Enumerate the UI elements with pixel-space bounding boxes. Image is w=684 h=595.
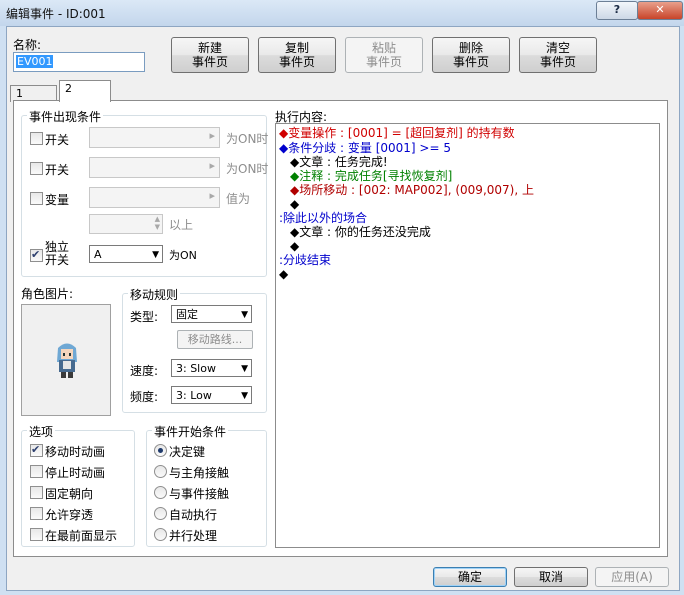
autorun-label: 自动执行 xyxy=(169,508,218,522)
direction-fix-label: 固定朝向 xyxy=(45,487,94,501)
stepping-anim-label: 停止时动画 xyxy=(45,466,106,480)
frequency-label: 频度: xyxy=(130,390,159,404)
clear-page-button[interactable]: 清空 事件页 xyxy=(519,37,597,73)
command-line[interactable]: :分歧结束 xyxy=(279,253,331,268)
spinner-arrows-icon: ▲ ▼ xyxy=(154,215,160,231)
help-button[interactable]: ? xyxy=(596,1,638,20)
conditions-title: 事件出现条件 xyxy=(27,108,104,125)
action-button-label: 决定键 xyxy=(169,445,206,459)
move-type-select[interactable]: 固定 ▼ xyxy=(171,305,252,323)
paste-page-label: 粘贴 xyxy=(371,41,396,55)
paste-page-button[interactable]: 粘贴 事件页 xyxy=(345,37,423,73)
switch2-suffix: 为ON时 xyxy=(226,162,269,176)
cancel-button[interactable]: 取消 xyxy=(514,567,588,587)
command-line[interactable]: ◆注释 : 完成任务[寻找恢复剂] xyxy=(290,169,452,184)
self-switch-value: A xyxy=(94,248,102,261)
new-page-label: 新建 xyxy=(197,41,222,55)
through-checkbox[interactable] xyxy=(30,507,43,520)
switch1-select[interactable] xyxy=(89,127,220,148)
movement-title: 移动规则 xyxy=(128,286,181,303)
graphic-preview[interactable] xyxy=(21,304,111,416)
contents-list[interactable]: ◆变量操作 : [0001] = [超回复剂] 的持有数 ◆条件分歧 : 变量 … xyxy=(275,123,660,548)
paste-page-label2: 事件页 xyxy=(365,55,402,69)
command-line[interactable]: ◆ xyxy=(290,197,299,212)
new-page-button[interactable]: 新建 事件页 xyxy=(171,37,249,73)
move-route-button[interactable]: 移动路线... xyxy=(177,330,253,349)
walking-anim-label: 移动时动画 xyxy=(45,445,106,459)
variable-value-input[interactable]: ▲ ▼ xyxy=(89,214,163,234)
event-touch-label: 与事件接触 xyxy=(169,487,230,501)
clear-page-label2: 事件页 xyxy=(539,55,576,69)
variable-checkbox[interactable] xyxy=(30,192,43,205)
player-touch-radio[interactable] xyxy=(154,465,167,478)
self-switch-label-2: 开关 xyxy=(45,253,70,267)
always-on-top-label: 在最前面显示 xyxy=(45,529,118,543)
command-line[interactable]: ◆变量操作 : [0001] = [超回复剂] 的持有数 xyxy=(279,126,515,141)
delete-page-label: 删除 xyxy=(458,41,483,55)
copy-page-button[interactable]: 复制 事件页 xyxy=(258,37,336,73)
self-switch-checkbox[interactable] xyxy=(30,248,43,262)
variable-label: 变量 xyxy=(45,193,70,207)
graphic-title: 角色图片: xyxy=(21,287,74,301)
parallel-radio[interactable] xyxy=(154,528,167,541)
move-type-value: 固定 xyxy=(176,308,198,321)
chevron-down-icon: ▼ xyxy=(241,364,248,374)
command-line[interactable]: ◆ xyxy=(290,239,299,254)
apply-button[interactable]: 应用(A) xyxy=(595,567,669,587)
switch2-label: 开关 xyxy=(45,163,70,177)
chevron-down-icon: ▼ xyxy=(241,391,248,401)
switch2-select[interactable] xyxy=(89,157,220,178)
options-title: 选项 xyxy=(27,423,56,440)
clear-page-label: 清空 xyxy=(545,41,570,55)
name-value: EV001 xyxy=(16,55,54,68)
new-page-label2: 事件页 xyxy=(191,55,228,69)
window-title: 编辑事件 - ID:001 xyxy=(6,7,106,21)
through-label: 允许穿透 xyxy=(45,508,94,522)
delete-page-label2: 事件页 xyxy=(452,55,489,69)
speed-label: 速度: xyxy=(130,364,159,378)
speed-value: 3: Slow xyxy=(176,362,216,375)
command-line[interactable]: ◆ xyxy=(279,267,288,282)
action-button-radio[interactable] xyxy=(154,444,167,457)
variable-select[interactable] xyxy=(89,187,220,208)
variable-suffix: 值为 xyxy=(226,192,251,206)
chevron-down-icon: ▼ xyxy=(152,250,159,260)
self-switch-suffix: 为ON xyxy=(169,249,197,262)
character-sprite-icon xyxy=(57,343,77,378)
switch1-checkbox[interactable] xyxy=(30,132,43,145)
speed-select[interactable]: 3: Slow ▼ xyxy=(171,359,252,377)
variable-above-label: 以上 xyxy=(169,218,194,232)
name-input[interactable]: EV001 xyxy=(13,52,145,72)
switch1-label: 开关 xyxy=(45,133,70,147)
switch2-checkbox[interactable] xyxy=(30,162,43,175)
copy-page-label: 复制 xyxy=(284,41,309,55)
event-touch-radio[interactable] xyxy=(154,486,167,499)
move-type-label: 类型: xyxy=(130,310,159,324)
command-line[interactable]: ◆文章 : 你的任务还没完成 xyxy=(290,225,431,240)
name-label: 名称: xyxy=(13,38,42,52)
self-switch-select[interactable]: A ▼ xyxy=(89,245,163,263)
self-switch-label: 独立 开关 xyxy=(45,241,69,267)
command-line[interactable]: :除此以外的场合 xyxy=(279,211,367,226)
command-line[interactable]: ◆场所移动 : [002: MAP002], (009,007), 上 xyxy=(290,183,534,198)
player-touch-label: 与主角接触 xyxy=(169,466,230,480)
direction-fix-checkbox[interactable] xyxy=(30,486,43,499)
switch1-suffix: 为ON时 xyxy=(226,132,269,146)
command-line[interactable]: ◆文章 : 任务完成! xyxy=(290,155,388,170)
trigger-title: 事件开始条件 xyxy=(152,423,229,440)
ok-button[interactable]: 确定 xyxy=(433,567,507,587)
tab-page-2[interactable]: 2 xyxy=(59,80,111,102)
command-line[interactable]: ◆条件分歧 : 变量 [0001] >= 5 xyxy=(279,141,451,156)
always-on-top-checkbox[interactable] xyxy=(30,528,43,541)
walking-anim-checkbox[interactable] xyxy=(30,443,43,457)
autorun-radio[interactable] xyxy=(154,507,167,520)
copy-page-label2: 事件页 xyxy=(278,55,315,69)
stepping-anim-checkbox[interactable] xyxy=(30,465,43,478)
close-button[interactable]: ✕ xyxy=(637,1,683,20)
frequency-value: 3: Low xyxy=(176,389,212,402)
chevron-down-icon: ▼ xyxy=(241,310,248,320)
delete-page-button[interactable]: 删除 事件页 xyxy=(432,37,510,73)
parallel-label: 并行处理 xyxy=(169,529,218,543)
frequency-select[interactable]: 3: Low ▼ xyxy=(171,386,252,404)
